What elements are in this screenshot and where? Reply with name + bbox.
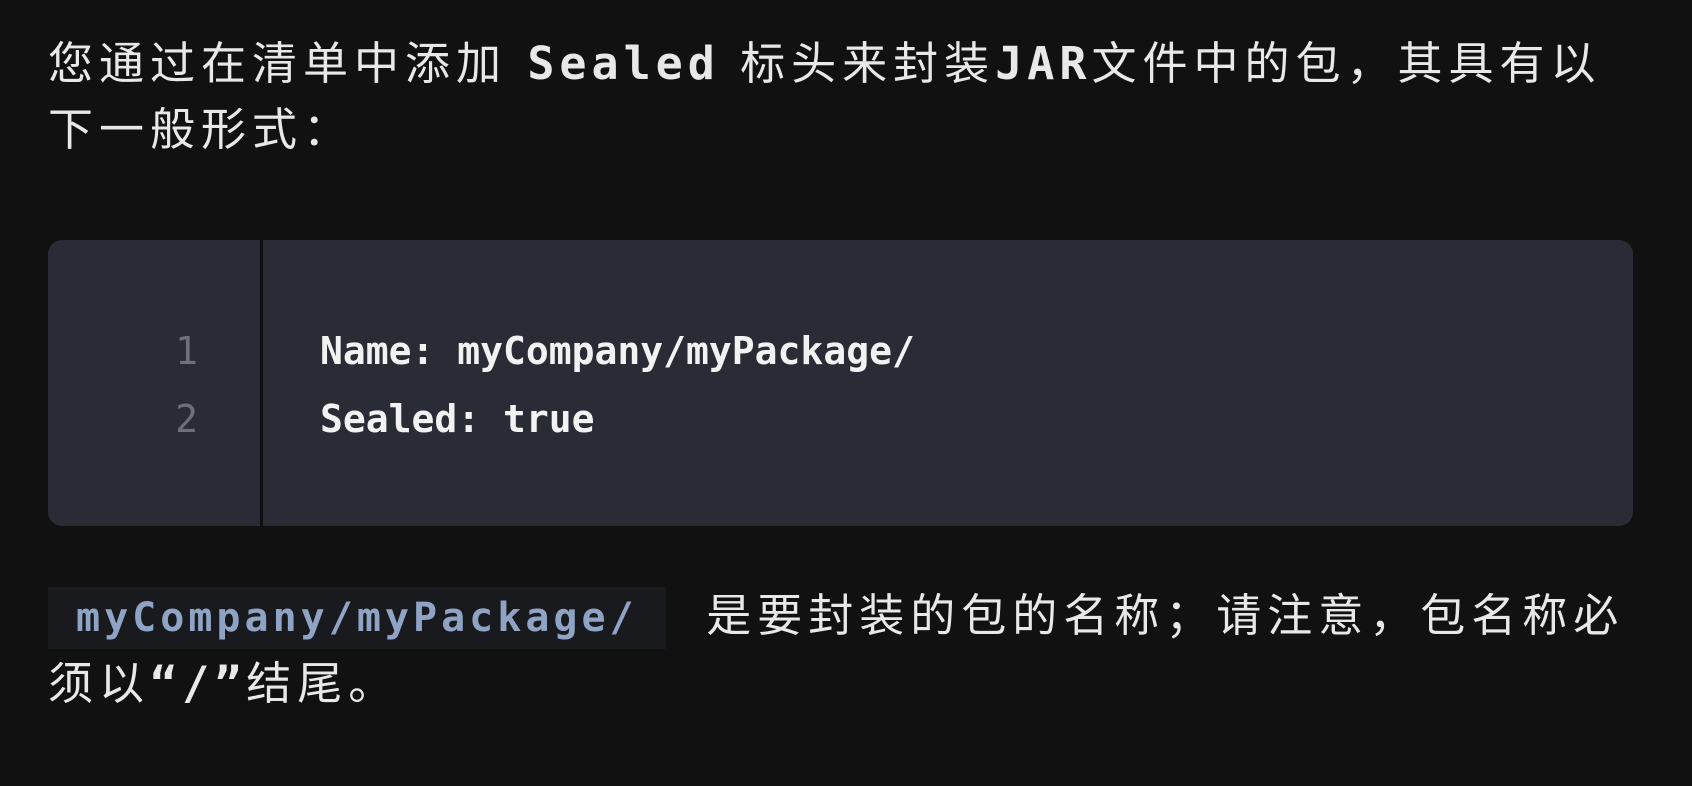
intro-text-before: 您通过在清单中添加 [48,37,528,90]
intro-text-middle: 标头来封装 [719,37,996,90]
intro-paragraph: 您通过在清单中添加 Sealed 标头来封装JAR文件中的包，其具有以下一般形式… [48,31,1648,163]
jar-keyword: JAR [995,37,1092,90]
slash-char: / [182,657,215,710]
line-number-1: 1 [175,329,198,373]
explanation-end: 结尾。 [246,657,400,710]
inline-code-package: myCompany/myPackage/ [48,587,666,649]
sealed-keyword: Sealed [527,37,720,90]
quote-close: ” [214,657,247,710]
quote-open: “ [150,657,183,710]
code-line-1: Name: myCompany/myPackage/ [320,329,915,373]
explanation-paragraph: myCompany/myPackage/ 是要封装的包的名称；请注意，包名称必须… [48,583,1648,717]
line-number-2: 2 [175,397,198,441]
code-line-2: Sealed: true [320,397,595,441]
